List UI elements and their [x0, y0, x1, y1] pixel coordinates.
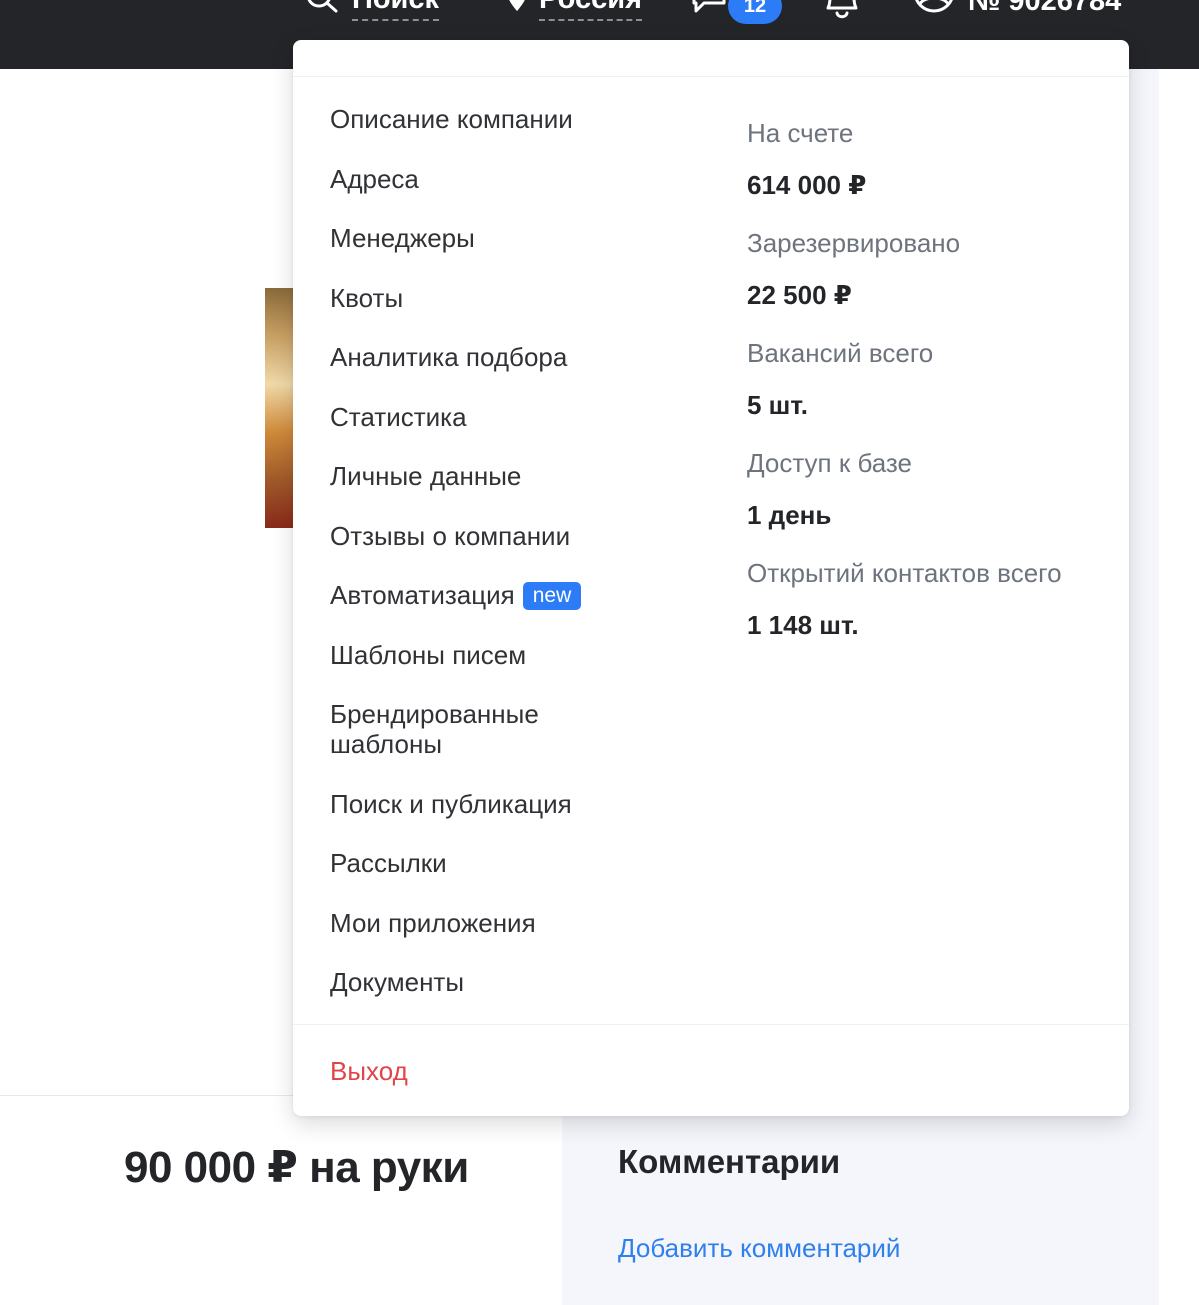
menu-item-label: Автоматизация [330, 580, 515, 610]
menu-item-hiring-analytics[interactable]: Аналитика подбора [330, 342, 660, 372]
menu-item-company-description[interactable]: Описание компании [330, 104, 660, 134]
menu-item-my-apps[interactable]: Мои приложения [330, 908, 660, 938]
menu-item-label: Статистика [330, 401, 467, 432]
menu-item-branded-templates[interactable]: Брендированные шаблоны [330, 699, 590, 759]
account-avatar-icon [915, 0, 953, 13]
stat-vacancies-total: Вакансий всего 5 шт. [747, 338, 1107, 420]
menu-item-label: Менеджеры [330, 223, 475, 253]
stat-label: Открытий контактов всего [747, 558, 1062, 588]
menu-item-statistics[interactable]: Статистика [330, 402, 660, 432]
account-nav-button[interactable]: № 9026784 [910, 0, 1121, 24]
location-pin-icon [509, 0, 525, 11]
page: Поиск Россия 12 № 90267 [0, 0, 1199, 1305]
comments-title: Комментарии [618, 1143, 841, 1180]
menu-item-label: Поиск и публикация [330, 788, 572, 819]
stat-value: 614 000 ₽ [747, 170, 867, 200]
stat-value: 1 день [747, 500, 832, 530]
stat-contacts-opened: Открытий контактов всего 1 148 шт. [747, 558, 1107, 640]
menu-item-personal-data[interactable]: Личные данные [330, 461, 660, 491]
search-nav-label: Поиск [352, 0, 440, 21]
stat-balance: На счете 614 000 ₽ [747, 118, 1107, 200]
menu-item-label: Шаблоны писем [330, 639, 527, 670]
menu-item-label: Описание компании [330, 104, 573, 134]
menu-item-quotas[interactable]: Квоты [330, 283, 660, 313]
stat-label: Зарезервировано [747, 228, 961, 258]
menu-item-mailings[interactable]: Рассылки [330, 848, 660, 878]
comments-panel: Комментарии Добавить комментарий [562, 1095, 1159, 1305]
dropdown-bottom-divider [293, 1024, 1129, 1025]
region-nav-button[interactable]: Россия [505, 0, 642, 24]
account-number: № 9026784 [968, 0, 1122, 17]
chat-count-badge: 12 [728, 0, 782, 24]
stat-value: 1 148 шт. [747, 610, 859, 640]
dropdown-top-divider [293, 76, 1129, 77]
stat-label: Вакансий всего [747, 338, 934, 368]
menu-item-label: Брендированные шаблоны [330, 699, 539, 759]
account-menu-list: Описание компании Адреса Менеджеры Квоты… [330, 104, 660, 1027]
notifications-button[interactable] [820, 0, 864, 24]
menu-item-label: Отзывы о компании [330, 520, 571, 551]
menu-item-label: Аналитика подбора [330, 342, 568, 372]
menu-item-label: Адреса [330, 163, 419, 194]
account-dropdown-menu: Описание компании Адреса Менеджеры Квоты… [293, 40, 1129, 1116]
menu-item-label: Квоты [330, 282, 404, 313]
vacancy-photo [265, 288, 295, 528]
stat-database-access: Доступ к базе 1 день [747, 448, 1107, 530]
search-nav-button[interactable]: Поиск [302, 0, 440, 24]
bell-icon [826, 0, 858, 19]
chat-icon [692, 0, 726, 13]
stat-label: На счете [747, 118, 854, 148]
menu-item-documents[interactable]: Документы [330, 967, 660, 997]
menu-item-label: Документы [330, 967, 465, 997]
menu-item-addresses[interactable]: Адреса [330, 164, 660, 194]
region-nav-label: Россия [539, 0, 642, 21]
menu-item-label: Мои приложения [330, 907, 536, 938]
new-badge: new [522, 582, 582, 610]
background-side-panel [1128, 69, 1159, 1095]
menu-item-company-reviews[interactable]: Отзывы о компании [330, 521, 660, 551]
account-stats: На счете 614 000 ₽ Зарезервировано 22 50… [747, 118, 1107, 668]
menu-item-search-and-publishing[interactable]: Поиск и публикация [330, 789, 660, 819]
stat-label: Доступ к базе [747, 448, 913, 478]
chat-nav-button[interactable]: 12 [690, 0, 782, 24]
stat-value: 5 шт. [747, 390, 809, 420]
stat-value: 22 500 ₽ [747, 280, 852, 310]
search-icon [307, 0, 338, 13]
logout-link[interactable]: Выход [330, 1056, 408, 1087]
menu-item-managers[interactable]: Менеджеры [330, 223, 660, 253]
menu-item-automation[interactable]: Автоматизация new [330, 580, 660, 610]
add-comment-link[interactable]: Добавить комментарий [618, 1233, 900, 1264]
menu-item-email-templates[interactable]: Шаблоны писем [330, 640, 660, 670]
salary-value: 90 000 ₽ на руки [124, 1143, 469, 1192]
menu-item-label: Личные данные [330, 461, 522, 491]
stat-reserved: Зарезервировано 22 500 ₽ [747, 228, 1107, 310]
menu-item-label: Рассылки [330, 848, 447, 878]
